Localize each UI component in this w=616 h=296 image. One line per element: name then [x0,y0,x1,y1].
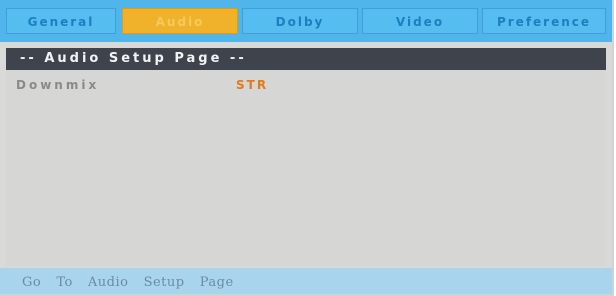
hint-word: Go [22,275,42,290]
setting-row-downmix[interactable]: Downmix STR [6,76,606,98]
tab-preference[interactable]: Preference [482,8,606,34]
settings-panel: Downmix STR [6,70,606,266]
setup-tab-bar: General Audio Dolby Video Preference [0,0,612,42]
tab-general[interactable]: General [6,8,116,34]
hint-word: To [56,275,73,290]
page-title: -- Audio Setup Page -- [6,48,606,70]
hint-word: Page [199,275,234,290]
tab-audio[interactable]: Audio [122,8,238,34]
audio-setup-screen: General Audio Dolby Video Preference -- … [0,0,614,296]
hint-bar: Go To Audio Setup Page [0,268,612,294]
setting-label: Downmix [16,78,100,92]
hint-word: Setup [143,275,185,290]
hint-word: Audio [87,275,129,290]
tab-video[interactable]: Video [362,8,478,34]
setting-value: STR [236,78,269,92]
tab-dolby[interactable]: Dolby [242,8,358,34]
